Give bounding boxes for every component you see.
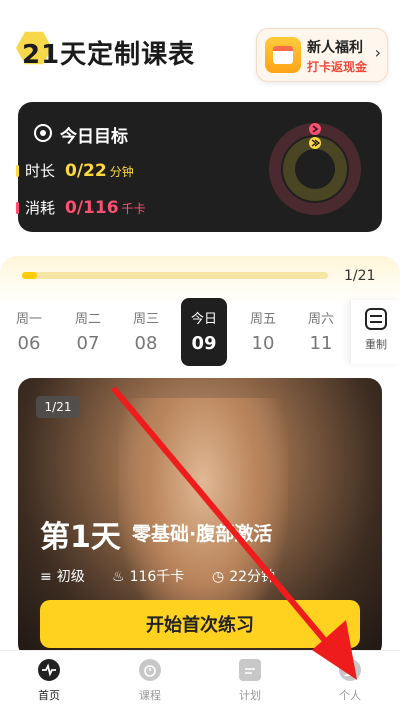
pulse-icon xyxy=(38,659,60,681)
day-number: 06 xyxy=(17,333,41,354)
calories-ring-arrow-icon xyxy=(309,123,321,135)
calories-marker xyxy=(16,202,19,214)
calories-label: 消耗 xyxy=(25,199,56,217)
course-name: 零基础·腹部激活 xyxy=(132,523,273,545)
stopwatch-icon xyxy=(139,659,161,681)
day-name: 周五 xyxy=(249,312,276,327)
duration-marker xyxy=(16,165,19,177)
tab-label: 首页 xyxy=(38,689,60,702)
level-text: 初级 xyxy=(56,569,85,585)
target-icon xyxy=(34,124,52,142)
duration-label: 时长 xyxy=(25,162,56,180)
flame-icon: ♨ xyxy=(112,569,125,585)
bottom-tab-bar: 首页 课程 计划 个人 xyxy=(0,650,400,712)
goal-rings-chart xyxy=(269,123,361,215)
ring-center xyxy=(301,155,329,183)
start-first-workout-button[interactable]: 开始首次练习 xyxy=(40,600,360,648)
calendar-gift-icon xyxy=(265,37,301,73)
tab-profile[interactable]: 个人 xyxy=(320,659,380,703)
calendar-icon xyxy=(239,659,261,681)
tab-home[interactable]: 首页 xyxy=(19,659,79,703)
promo-subtitle: 打卡返现金 xyxy=(307,60,368,74)
duration-text: 22分钟 xyxy=(229,569,276,585)
goal-title: 今日目标 xyxy=(60,127,128,147)
day-today[interactable]: 今日 09 xyxy=(181,298,227,366)
course-day-badge: 1/21 xyxy=(36,396,80,418)
day-number: 08 xyxy=(134,333,158,354)
tab-plan[interactable]: 计划 xyxy=(220,659,280,703)
goal-duration-row: 时长 0/22 分钟 xyxy=(16,160,134,181)
day-name: 周三 xyxy=(132,312,159,327)
day-name: 今日 xyxy=(190,312,217,327)
plan-progress-bar xyxy=(22,272,328,279)
course-day-title: 第1天 xyxy=(40,520,121,555)
course-level: ≡ 初级 xyxy=(40,566,85,586)
page-title: 21天定制课表 xyxy=(22,40,196,70)
tab-courses[interactable]: 课程 xyxy=(120,659,180,703)
tab-label: 计划 xyxy=(239,689,261,702)
course-duration: ◷ 22分钟 xyxy=(212,566,275,586)
clock-icon: ◷ xyxy=(212,569,225,585)
tab-label: 课程 xyxy=(139,689,161,702)
plan-progress-fill xyxy=(22,272,37,279)
day-name: 周六 xyxy=(307,312,334,327)
calories-unit: 千卡 xyxy=(121,202,146,216)
plan-progress-text: 1/21 xyxy=(344,268,376,284)
reset-plan-button[interactable]: 重制 xyxy=(350,300,400,364)
day-number: 07 xyxy=(76,333,100,354)
new-user-promo-button[interactable]: 新人福利 打卡返现金 › xyxy=(256,28,388,82)
person-icon xyxy=(339,659,361,681)
sliders-icon xyxy=(365,308,387,330)
day-tuesday[interactable]: 周二 07 xyxy=(65,298,111,366)
day-number: 11 xyxy=(309,333,333,354)
goal-calories-row: 消耗 0/116 千卡 xyxy=(16,197,146,218)
promo-title: 新人福利 xyxy=(307,40,363,56)
day-friday[interactable]: 周五 10 xyxy=(240,298,286,366)
chevron-right-icon: › xyxy=(374,43,381,62)
day-number: 09 xyxy=(191,333,217,354)
day-number: 10 xyxy=(251,333,275,354)
level-icon: ≡ xyxy=(40,569,52,585)
tab-label: 个人 xyxy=(339,689,361,702)
duration-value: 0/22 xyxy=(65,161,107,181)
day-monday[interactable]: 周一 06 xyxy=(6,298,52,366)
day-wednesday[interactable]: 周三 08 xyxy=(123,298,169,366)
day-name: 周二 xyxy=(74,312,101,327)
course-calories: ♨ 116千卡 xyxy=(112,566,184,586)
calories-text: 116千卡 xyxy=(129,569,185,585)
day-name: 周一 xyxy=(15,312,42,327)
day-saturday[interactable]: 周六 11 xyxy=(298,298,344,366)
calories-value: 0/116 xyxy=(65,198,119,218)
reset-label: 重制 xyxy=(365,338,387,351)
duration-unit: 分钟 xyxy=(109,165,134,179)
